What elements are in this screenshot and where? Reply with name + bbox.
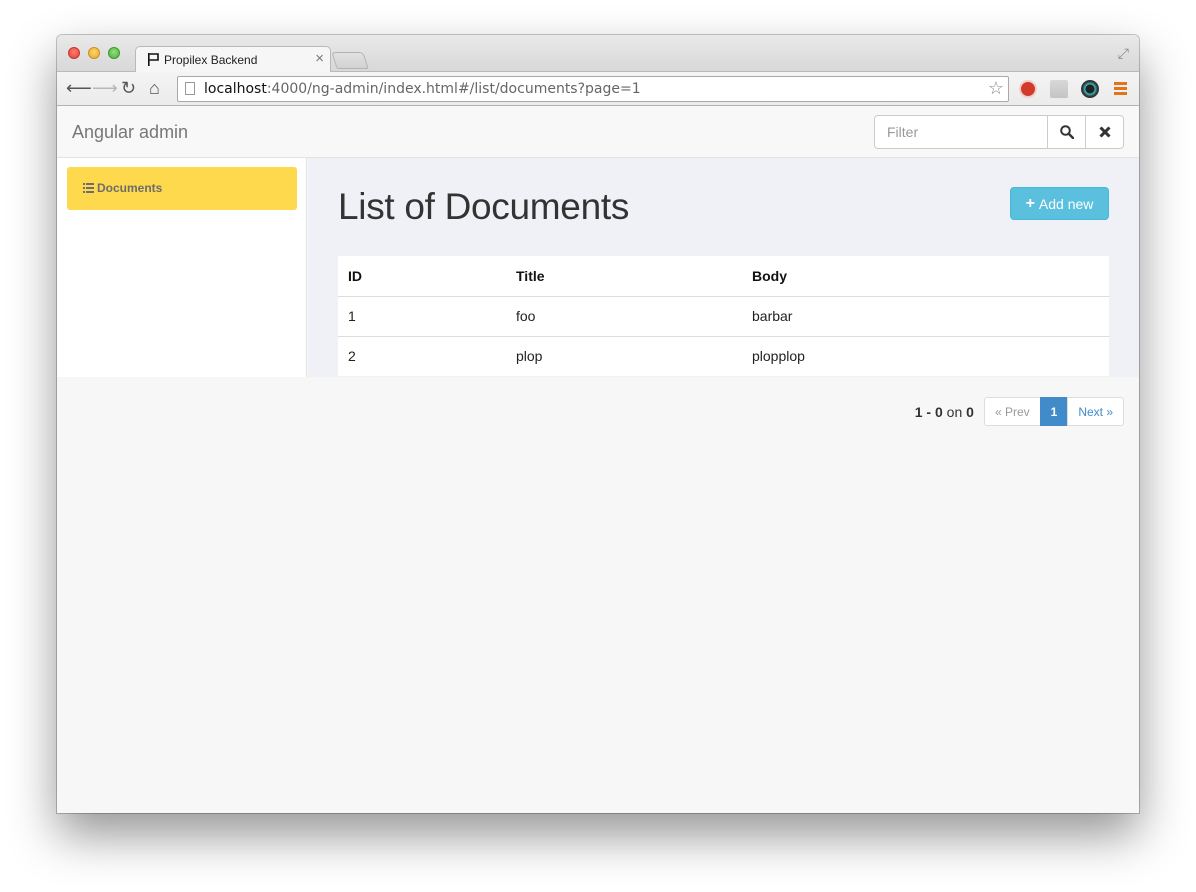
app-navbar: Angular admin: [57, 107, 1139, 158]
cell-body: plopplop: [752, 348, 805, 365]
camera-extension-icon[interactable]: [1081, 80, 1099, 98]
table-row[interactable]: 2 plop plopplop: [338, 336, 1109, 376]
range-end: 0: [934, 403, 943, 420]
close-tab-icon[interactable]: ×: [315, 50, 324, 67]
clear-filter-button[interactable]: [1085, 115, 1124, 149]
address-bar[interactable]: localhost:4000/ng-admin/index.html#/list…: [177, 76, 1009, 102]
table-header-row: ID Title Body: [338, 256, 1109, 297]
sidebar-item-documents[interactable]: Documents: [67, 167, 297, 210]
reload-icon[interactable]: ↻: [121, 79, 136, 97]
table-row[interactable]: 1 foo barbar: [338, 296, 1109, 337]
page-icon: [185, 82, 195, 95]
search-button[interactable]: [1047, 115, 1086, 149]
filter-input[interactable]: [874, 115, 1048, 149]
cell-title: foo: [506, 296, 742, 337]
fullscreen-icon[interactable]: ⤢: [1118, 45, 1129, 62]
url-text[interactable]: localhost:4000/ng-admin/index.html#/list…: [204, 81, 641, 97]
pagination: 1 - 0 on 0 « Prev 1 Next »: [915, 397, 1124, 426]
url-path: :4000/ng-admin/index.html#/list/document…: [266, 81, 641, 97]
browser-toolbar: ⟵ ⟶ ↻ ⌂ localhost:4000/ng-admin/index.ht…: [57, 72, 1139, 106]
stop-extension-icon[interactable]: [1019, 80, 1037, 98]
sidebar: Documents: [57, 158, 307, 377]
browser-tab[interactable]: Propilex Backend ×: [135, 46, 331, 73]
browser-window: Propilex Backend × ⤢ ⟵ ⟶ ↻ ⌂ localhost:4…: [57, 35, 1139, 813]
page-title: List of Documents: [338, 186, 630, 227]
cell-title: plop: [516, 348, 543, 365]
main-panel: List of Documents + Add new ID Title Bod…: [308, 158, 1139, 377]
pagination-info: 1 - 0 on 0: [914, 403, 974, 420]
close-icon: [1098, 126, 1111, 138]
cell-id: 1: [338, 296, 506, 337]
back-arrow-icon[interactable]: ⟵: [66, 79, 92, 97]
tab-title: Propilex Backend: [164, 53, 258, 67]
filter-group: [874, 115, 1124, 149]
add-new-label: Add new: [1038, 195, 1094, 212]
column-header-body[interactable]: Body: [742, 256, 1109, 297]
browser-menu-icon[interactable]: [1114, 82, 1127, 95]
column-header-id[interactable]: ID: [338, 256, 506, 297]
of-word: on: [946, 403, 963, 420]
bookmark-star-icon[interactable]: ☆: [988, 78, 1004, 99]
zoom-window-button[interactable]: [108, 47, 120, 59]
add-new-button[interactable]: + Add new: [1010, 187, 1109, 220]
range-start: 1: [914, 403, 923, 420]
column-header-title[interactable]: Title: [506, 256, 742, 297]
plus-icon: +: [1025, 194, 1035, 212]
extension-icon[interactable]: [1050, 80, 1068, 98]
documents-table: ID Title Body 1 foo barbar 2 plop ploppl…: [338, 256, 1109, 376]
minimize-window-button[interactable]: [88, 47, 100, 59]
page-1-button[interactable]: 1: [1039, 397, 1069, 426]
list-icon: [83, 183, 94, 193]
home-icon[interactable]: ⌂: [149, 79, 160, 97]
sidebar-item-label: Documents: [97, 181, 163, 195]
tab-strip: Propilex Backend × ⤢: [57, 35, 1139, 73]
total-count: 0: [966, 403, 974, 420]
close-window-button[interactable]: [68, 47, 80, 59]
search-icon: [1059, 125, 1074, 139]
brand-link[interactable]: Angular admin: [72, 122, 188, 143]
new-tab-button[interactable]: [331, 52, 369, 69]
forward-arrow-icon[interactable]: ⟶: [92, 79, 118, 97]
next-page-button[interactable]: Next »: [1067, 397, 1124, 426]
cell-id: 2: [348, 348, 356, 365]
url-host: localhost: [204, 81, 267, 97]
cell-body: barbar: [742, 296, 1109, 337]
prev-page-button[interactable]: « Prev: [983, 397, 1041, 426]
flag-icon: [148, 53, 159, 66]
page-content: Angular admin Filter Documents List of D…: [57, 107, 1139, 813]
